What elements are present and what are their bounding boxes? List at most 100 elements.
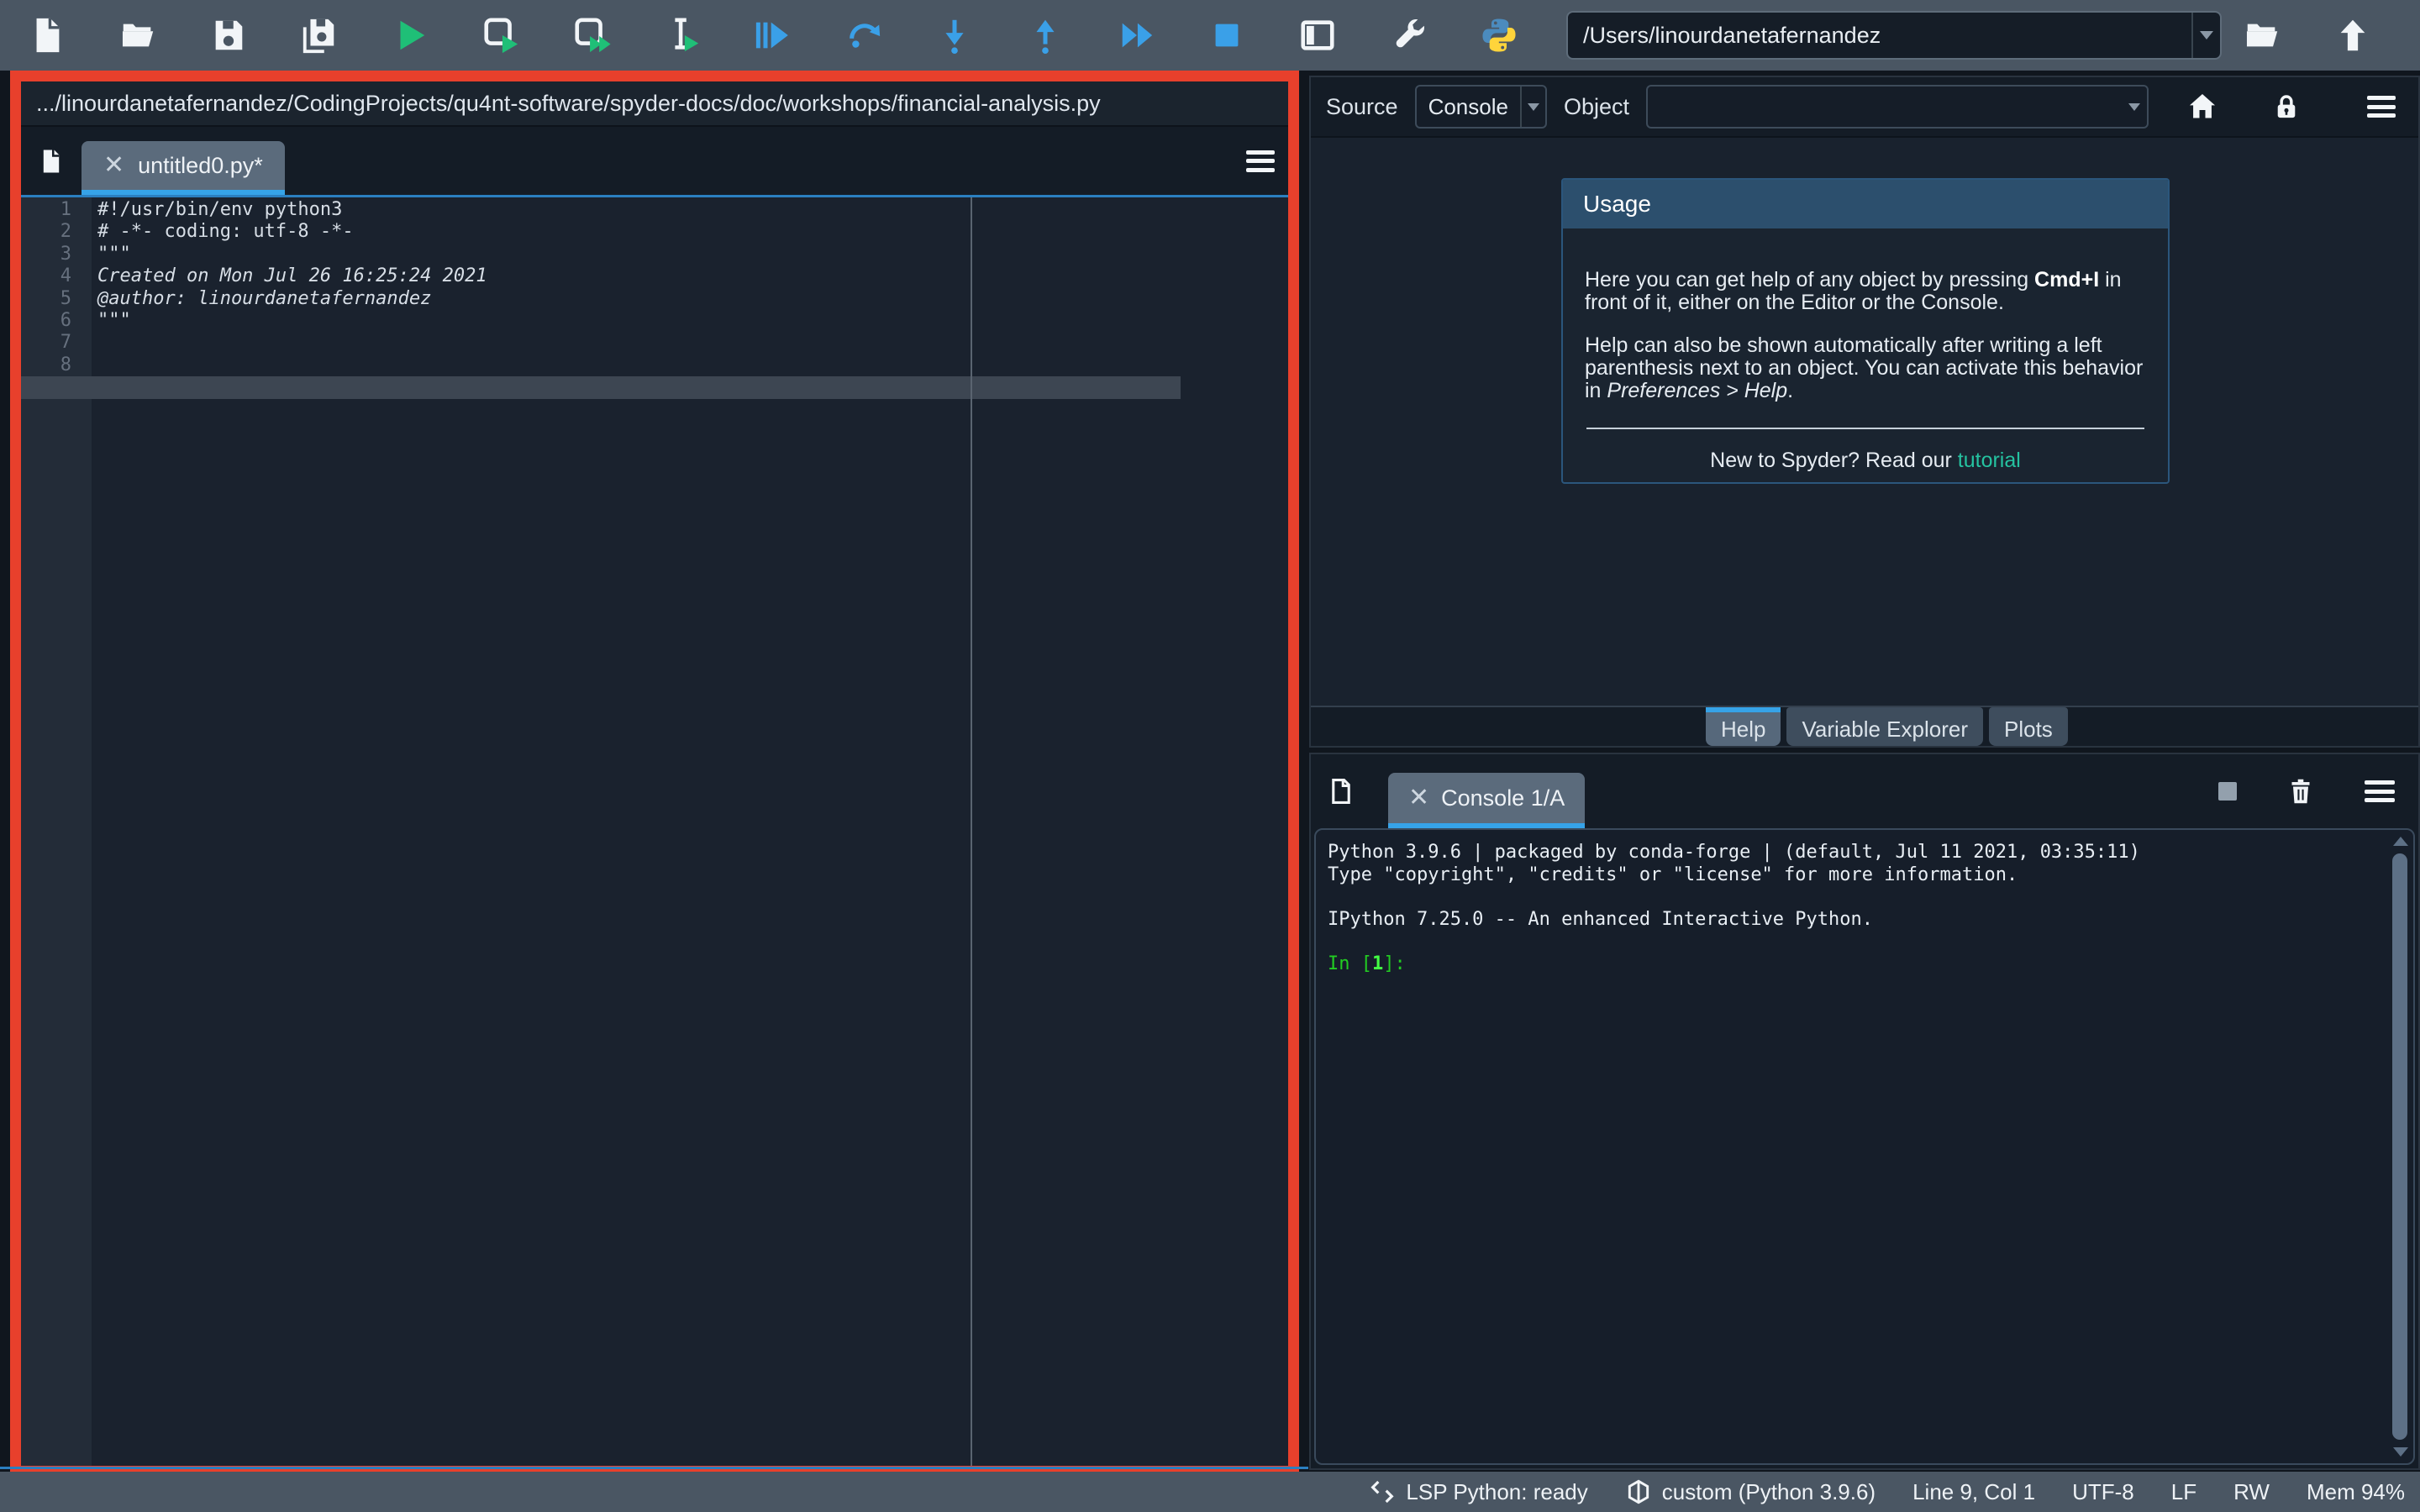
run-selection-icon xyxy=(663,16,702,55)
encoding-status: UTF-8 xyxy=(2072,1479,2134,1505)
parent-directory-button[interactable] xyxy=(2329,12,2376,59)
save-button[interactable] xyxy=(205,12,252,59)
run-cell-icon xyxy=(481,16,520,55)
step-out-icon xyxy=(1026,16,1065,55)
step-into-icon xyxy=(935,16,974,55)
step-into-button[interactable] xyxy=(931,12,978,59)
help-header: Source Console Object xyxy=(1311,77,2418,136)
line-number: 8 xyxy=(21,354,92,376)
continue-icon xyxy=(1117,16,1155,55)
code-text-area[interactable]: #!/usr/bin/env python3 # -*- coding: utf… xyxy=(92,197,1288,1466)
trash-icon[interactable] xyxy=(2286,776,2316,806)
new-file-button[interactable] xyxy=(24,12,71,59)
code-line: #!/usr/bin/env python3 xyxy=(92,199,1288,221)
maximize-pane-button[interactable] xyxy=(1294,12,1341,59)
python-logo-icon xyxy=(1480,16,1518,55)
console-tab[interactable]: ✕ Console 1/A xyxy=(1388,773,1585,828)
spyder-window: .../linourdanetafernandez/CodingProjects… xyxy=(0,0,2420,1512)
save-all-icon xyxy=(300,16,339,55)
run-button[interactable] xyxy=(387,12,434,59)
cursor-position-status: Line 9, Col 1 xyxy=(1912,1479,2035,1505)
line-number: 6 xyxy=(21,310,92,332)
source-combo[interactable]: Console xyxy=(1415,85,1547,129)
close-icon[interactable]: ✕ xyxy=(103,153,124,178)
usage-body: Here you can get help of any object by p… xyxy=(1563,228,2168,472)
tutorial-link[interactable]: tutorial xyxy=(1958,449,2021,472)
editor-tabbar: ✕ untitled0.py* xyxy=(21,127,1288,197)
maximize-pane-icon xyxy=(1298,16,1337,55)
open-file-button[interactable] xyxy=(114,12,161,59)
stop-button[interactable] xyxy=(1203,12,1250,59)
object-label: Object xyxy=(1564,94,1629,120)
line-number: 1 xyxy=(21,199,92,221)
folder-icon xyxy=(2243,16,2281,55)
line-number: 3 xyxy=(21,244,92,265)
continue-button[interactable] xyxy=(1113,12,1160,59)
usage-paragraph-1: Here you can get help of any object by p… xyxy=(1585,269,2146,314)
scroll-down-icon[interactable] xyxy=(2393,1447,2408,1457)
step-out-button[interactable] xyxy=(1022,12,1069,59)
scrollbar-thumb[interactable] xyxy=(2392,853,2407,1440)
python-path-manager-button[interactable] xyxy=(1476,12,1523,59)
working-directory-dropdown[interactable] xyxy=(2191,13,2220,58)
console-tab-label: Console 1/A xyxy=(1441,785,1565,811)
code-editor[interactable]: 1 2 3 4 5 6 7 8 9 #!/usr/bin/env python3… xyxy=(21,197,1288,1466)
run-cell-advance-button[interactable] xyxy=(568,12,615,59)
lock-button[interactable] xyxy=(2268,88,2305,125)
interrupt-kernel-icon[interactable] xyxy=(2218,782,2237,801)
object-combo-dropdown[interactable] xyxy=(2122,87,2147,127)
editor-tab-label: untitled0.py* xyxy=(138,153,263,179)
chevron-down-icon xyxy=(1528,103,1539,111)
run-selection-button[interactable] xyxy=(659,12,706,59)
console-scrollbar[interactable] xyxy=(2391,835,2410,1458)
source-combo-value: Console xyxy=(1417,94,1520,120)
tab-help[interactable]: Help xyxy=(1706,707,1781,746)
chevron-down-icon xyxy=(2200,31,2213,39)
browse-console-tabs-button[interactable] xyxy=(1316,766,1366,816)
main-toolbar xyxy=(0,0,2420,71)
lsp-icon xyxy=(1369,1478,1396,1505)
source-combo-dropdown[interactable] xyxy=(1520,87,1545,127)
scroll-up-icon[interactable] xyxy=(2393,837,2408,846)
eol-status: LF xyxy=(2171,1479,2196,1505)
save-all-button[interactable] xyxy=(296,12,343,59)
object-combo[interactable] xyxy=(1646,85,2149,129)
editor-tab-untitled0[interactable]: ✕ untitled0.py* xyxy=(82,141,285,195)
right-pane-tabs: Help Variable Explorer Plots xyxy=(1311,706,2418,746)
chevron-down-icon xyxy=(2128,103,2140,111)
package-icon xyxy=(1625,1478,1652,1505)
run-icon xyxy=(391,16,429,55)
help-options-button[interactable] xyxy=(2363,88,2400,125)
hamburger-icon xyxy=(2367,96,2396,118)
source-label: Source xyxy=(1326,94,1398,120)
line-number: 7 xyxy=(21,332,92,354)
console-options-button[interactable] xyxy=(2365,780,2395,802)
debug-button[interactable] xyxy=(750,12,797,59)
console-line xyxy=(1328,931,1339,952)
usage-footer: New to Spyder? Read our tutorial xyxy=(1585,449,2146,472)
working-directory-combo xyxy=(1566,11,2222,60)
open-folder-icon xyxy=(118,16,157,55)
close-icon[interactable]: ✕ xyxy=(1408,785,1429,811)
code-line: Created on Mon Jul 26 16:25:24 2021 xyxy=(92,265,1288,287)
status-bar: LSP Python: ready custom (Python 3.9.6) … xyxy=(0,1472,2420,1512)
editor-options-button[interactable] xyxy=(1246,150,1275,172)
step-over-icon xyxy=(844,16,883,55)
debug-icon xyxy=(754,16,792,55)
run-cell-advance-icon xyxy=(572,16,611,55)
console-content[interactable]: Python 3.9.6 | packaged by conda-forge |… xyxy=(1314,828,2415,1465)
divider xyxy=(1586,428,2144,429)
run-cell-button[interactable] xyxy=(477,12,524,59)
usage-paragraph-2: Help can also be shown automatically aft… xyxy=(1585,334,2146,402)
tab-variable-explorer[interactable]: Variable Explorer xyxy=(1786,707,1983,746)
usage-title: Usage xyxy=(1563,180,2168,228)
tab-plots[interactable]: Plots xyxy=(1989,707,2068,746)
working-directory-input[interactable] xyxy=(1568,13,2191,58)
step-over-button[interactable] xyxy=(840,12,887,59)
browse-tabs-button[interactable] xyxy=(26,136,76,186)
home-button[interactable] xyxy=(2184,88,2221,125)
preferences-button[interactable] xyxy=(1385,12,1432,59)
usage-box: Usage Here you can get help of any objec… xyxy=(1561,178,2170,484)
browse-working-directory-button[interactable] xyxy=(2238,12,2286,59)
console-line: Type "copyright", "credits" or "license"… xyxy=(1328,864,2018,885)
